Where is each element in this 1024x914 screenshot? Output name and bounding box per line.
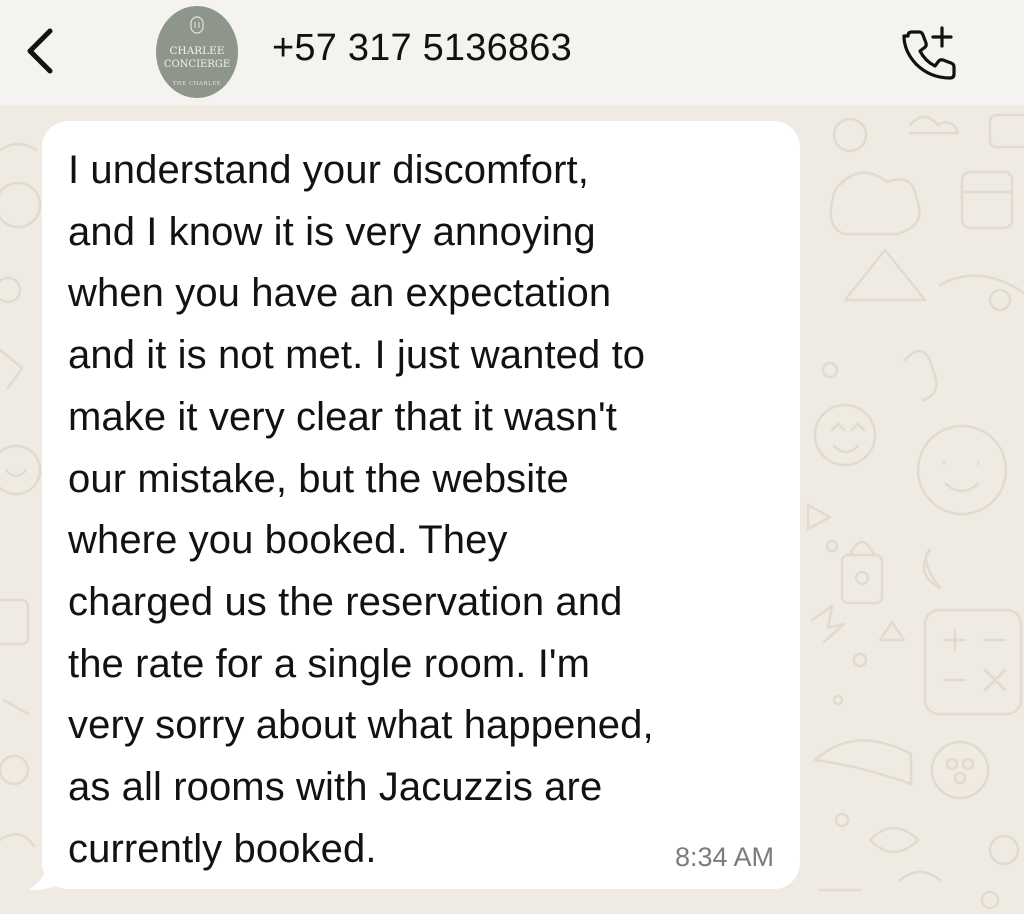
avatar-logo-text: CONCIERGE [163, 59, 231, 70]
chevron-left-icon[interactable] [18, 26, 62, 76]
message-bubble[interactable]: I understand your discomfort, and I know… [42, 121, 800, 889]
message-timestamp: 8:34 AM [674, 842, 774, 872]
avatar[interactable]: CHARLEE CONCIERGE THE CHARLEE [156, 6, 238, 98]
logo-mark-icon [190, 16, 204, 34]
avatar-logo-text: CHARLEE [169, 45, 225, 57]
chat-header: CHARLEE CONCIERGE THE CHARLEE +57 317 51… [0, 0, 1024, 105]
message-text: I understand your discomfort, and I know… [68, 148, 654, 871]
phone-plus-icon[interactable] [898, 22, 960, 82]
avatar-logo-subtext: THE CHARLEE [172, 81, 222, 87]
contact-name[interactable]: +57 317 5136863 [272, 27, 572, 70]
